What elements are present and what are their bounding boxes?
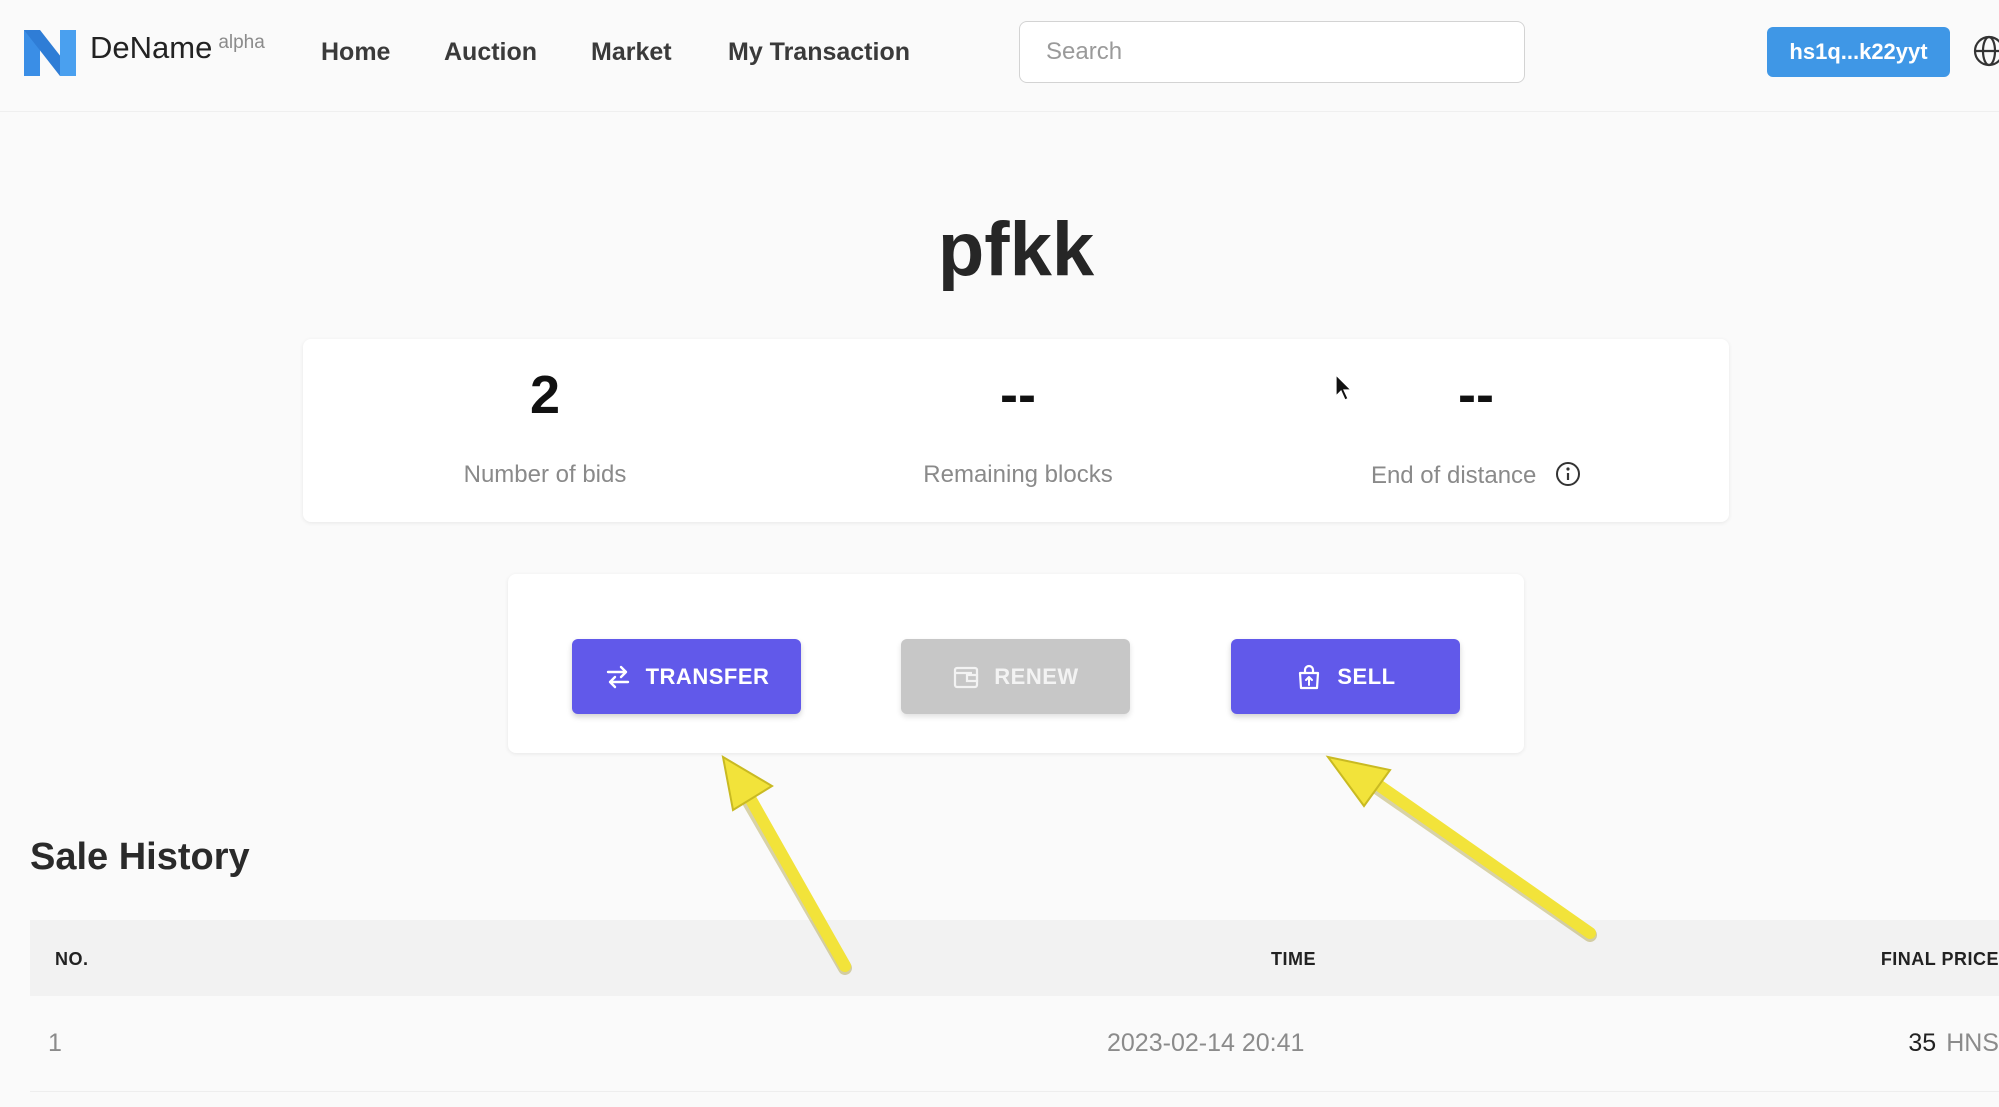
stat-end-of-distance: -- End of distance — [1246, 339, 1706, 522]
transfer-label: TRANSFER — [645, 663, 770, 689]
stat-value: 2 — [529, 365, 561, 425]
search-input[interactable] — [1019, 21, 1525, 83]
dename-logo-icon[interactable] — [22, 26, 78, 80]
price-unit: HNS — [1946, 1029, 1999, 1057]
stat-number-of-bids: 2 Number of bids — [315, 339, 775, 522]
auction-stats-card: 2 Number of bids -- Remaining blocks -- … — [303, 339, 1729, 522]
shopping-bag-icon — [1299, 664, 1320, 689]
stat-label-row: End of distance — [1246, 461, 1706, 490]
stat-label: Remaining blocks — [923, 461, 1113, 488]
column-header-final-price: FINAL PRICE — [1880, 949, 1999, 969]
sell-button[interactable]: SELL — [1231, 639, 1460, 714]
wallet-icon — [954, 666, 979, 688]
column-header-no: NO. — [55, 949, 89, 969]
sale-history-table-header: NO. TIME FINAL PRICE — [30, 920, 1999, 996]
stat-value: -- — [1000, 365, 1036, 425]
nav-auction[interactable]: Auction — [444, 38, 537, 67]
table-row: 1 2023-02-14 20:41 35 HNS — [30, 996, 1999, 1092]
mouse-cursor-icon — [1335, 374, 1353, 401]
domain-name-title: pfkk — [937, 207, 1095, 292]
nav-home[interactable]: Home — [321, 38, 390, 67]
annotation-arrow-sell — [1325, 755, 1597, 942]
stat-remaining-blocks: -- Remaining blocks — [788, 339, 1248, 522]
renew-button[interactable]: RENEW — [901, 639, 1130, 714]
brand-name[interactable]: DeName alpha — [90, 30, 265, 66]
stat-label: End of distance — [1370, 462, 1537, 489]
cell-no: 1 — [48, 1029, 62, 1057]
brand-tag: alpha — [218, 32, 265, 53]
nav-my-transaction[interactable]: My Transaction — [728, 38, 910, 67]
cell-final-price: 35 HNS — [1908, 1029, 1999, 1058]
domain-actions-card: TRANSFER RENEW SELL — [508, 574, 1524, 753]
info-icon[interactable] — [1555, 461, 1581, 487]
renew-label: RENEW — [994, 663, 1079, 689]
stat-value: -- — [1458, 365, 1494, 425]
cell-time: 2023-02-14 20:41 — [1107, 1029, 1305, 1057]
stat-label: Number of bids — [463, 461, 627, 488]
sell-label: SELL — [1337, 663, 1396, 689]
price-value: 35 — [1908, 1029, 1937, 1057]
globe-icon[interactable] — [1972, 34, 1999, 68]
top-navbar: DeName alpha Home Auction Market My Trans… — [0, 0, 1999, 112]
transfer-button[interactable]: TRANSFER — [572, 639, 801, 714]
brand-label: DeName — [90, 30, 213, 65]
column-header-time: TIME — [1271, 949, 1316, 969]
nav-market[interactable]: Market — [591, 38, 672, 67]
sale-history-title: Sale History — [30, 836, 250, 878]
transfer-icon — [606, 665, 629, 688]
wallet-address-button[interactable]: hs1q...k22yyt — [1767, 27, 1950, 77]
